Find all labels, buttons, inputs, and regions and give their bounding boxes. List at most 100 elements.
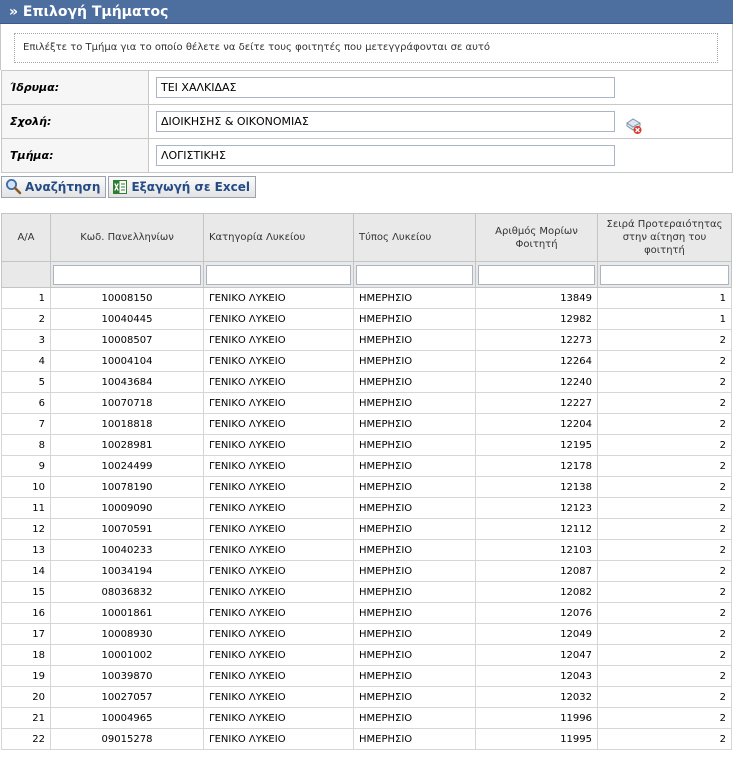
- cell-priority: 2: [597, 728, 732, 750]
- table-row[interactable]: 10 10078190 ΓΕΝΙΚΟ ΛΥΚΕΙΟ ΗΜΕΡΗΣΙΟ 12138 2: [1, 476, 732, 498]
- table-row[interactable]: 1 10008150 ΓΕΝΙΚΟ ΛΥΚΕΙΟ ΗΜΕΡΗΣΙΟ 13849 1: [1, 287, 732, 309]
- cell-type: ΗΜΕΡΗΣΙΟ: [353, 350, 476, 372]
- cell-priority: 2: [597, 686, 732, 708]
- cell-aa: 20: [1, 686, 51, 708]
- col-header-points[interactable]: Αριθμός Μορίων Φοιτητή: [475, 213, 598, 262]
- table-row[interactable]: 9 10024499 ΓΕΝΙΚΟ ΛΥΚΕΙΟ ΗΜΕΡΗΣΙΟ 12178 2: [1, 455, 732, 477]
- table-row[interactable]: 22 09015278 ΓΕΝΙΚΟ ΛΥΚΕΙΟ ΗΜΕΡΗΣΙΟ 11995 2: [1, 728, 732, 750]
- table-row[interactable]: 13 10040233 ΓΕΝΙΚΟ ΛΥΚΕΙΟ ΗΜΕΡΗΣΙΟ 12103 2: [1, 539, 732, 561]
- cell-aa: 18: [1, 644, 51, 666]
- table-row[interactable]: 15 08036832 ΓΕΝΙΚΟ ΛΥΚΕΙΟ ΗΜΕΡΗΣΙΟ 12082 2: [1, 581, 732, 603]
- toolbar: Αναζήτηση Εξαγωγή σε Excel: [0, 173, 733, 199]
- cell-code: 10004965: [50, 707, 204, 729]
- cell-points: 12264: [475, 350, 598, 372]
- cell-priority: 2: [597, 602, 732, 624]
- cell-aa: 15: [1, 581, 51, 603]
- table-row[interactable]: 18 10001002 ΓΕΝΙΚΟ ΛΥΚΕΙΟ ΗΜΕΡΗΣΙΟ 12047 2: [1, 644, 732, 666]
- institution-field[interactable]: ΤΕΙ ΧΑΛΚΙΔΑΣ: [156, 77, 615, 98]
- cell-aa: 2: [1, 308, 51, 330]
- cell-type: ΗΜΕΡΗΣΙΟ: [353, 644, 476, 666]
- table-row[interactable]: 11 10009090 ΓΕΝΙΚΟ ΛΥΚΕΙΟ ΗΜΕΡΗΣΙΟ 12123 2: [1, 497, 732, 519]
- cell-type: ΗΜΕΡΗΣΙΟ: [353, 707, 476, 729]
- cell-type: ΗΜΕΡΗΣΙΟ: [353, 434, 476, 456]
- cell-priority: 2: [597, 665, 732, 687]
- table-row[interactable]: 20 10027057 ΓΕΝΙΚΟ ΛΥΚΕΙΟ ΗΜΕΡΗΣΙΟ 12032 2: [1, 686, 732, 708]
- cell-type: ΗΜΕΡΗΣΙΟ: [353, 665, 476, 687]
- table-row[interactable]: 5 10043684 ΓΕΝΙΚΟ ΛΥΚΕΙΟ ΗΜΕΡΗΣΙΟ 12240 2: [1, 371, 732, 393]
- table-row[interactable]: 14 10034194 ΓΕΝΙΚΟ ΛΥΚΕΙΟ ΗΜΕΡΗΣΙΟ 12087 2: [1, 560, 732, 582]
- table-row[interactable]: 2 10040445 ΓΕΝΙΚΟ ΛΥΚΕΙΟ ΗΜΕΡΗΣΙΟ 12982 1: [1, 308, 732, 330]
- cell-aa: 10: [1, 476, 51, 498]
- cell-type: ΗΜΕΡΗΣΙΟ: [353, 371, 476, 393]
- cell-points: 12043: [475, 665, 598, 687]
- cell-category: ΓΕΝΙΚΟ ΛΥΚΕΙΟ: [203, 665, 354, 687]
- filter-priority-input[interactable]: [600, 264, 729, 285]
- export-excel-button[interactable]: Εξαγωγή σε Excel: [108, 176, 256, 198]
- cell-aa: 19: [1, 665, 51, 687]
- cell-code: 10040233: [50, 539, 204, 561]
- cell-category: ΓΕΝΙΚΟ ΛΥΚΕΙΟ: [203, 539, 354, 561]
- cell-points: 12112: [475, 518, 598, 540]
- col-header-aa[interactable]: Α/Α: [1, 213, 51, 262]
- cell-priority: 2: [597, 455, 732, 477]
- table-row[interactable]: 16 10001861 ΓΕΝΙΚΟ ΛΥΚΕΙΟ ΗΜΕΡΗΣΙΟ 12076 2: [1, 602, 732, 624]
- cell-category: ΓΕΝΙΚΟ ΛΥΚΕΙΟ: [203, 350, 354, 372]
- school-field[interactable]: ΔΙΟΙΚΗΣΗΣ & ΟΙΚΟΝΟΜΙΑΣ: [156, 111, 615, 132]
- table-row[interactable]: 4 10004104 ΓΕΝΙΚΟ ΛΥΚΕΙΟ ΗΜΕΡΗΣΙΟ 12264 2: [1, 350, 732, 372]
- cell-aa: 21: [1, 707, 51, 729]
- filter-category-input[interactable]: [206, 264, 351, 285]
- cell-priority: 2: [597, 371, 732, 393]
- cell-points: 12123: [475, 497, 598, 519]
- col-header-category[interactable]: Κατηγορία Λυκείου: [203, 213, 354, 262]
- cell-category: ΓΕΝΙΚΟ ΛΥΚΕΙΟ: [203, 560, 354, 582]
- cell-priority: 2: [597, 392, 732, 414]
- cell-code: 10027057: [50, 686, 204, 708]
- cell-aa: 7: [1, 413, 51, 435]
- cell-aa: 17: [1, 623, 51, 645]
- col-header-type[interactable]: Τύπος Λυκείου: [353, 213, 476, 262]
- search-button[interactable]: Αναζήτηση: [1, 176, 107, 198]
- table-row[interactable]: 3 10008507 ΓΕΝΙΚΟ ΛΥΚΕΙΟ ΗΜΕΡΗΣΙΟ 12273 2: [1, 329, 732, 351]
- cell-category: ΓΕΝΙΚΟ ΛΥΚΕΙΟ: [203, 686, 354, 708]
- cell-category: ΓΕΝΙΚΟ ΛΥΚΕΙΟ: [203, 413, 354, 435]
- cell-aa: 4: [1, 350, 51, 372]
- cell-points: 11996: [475, 707, 598, 729]
- table-row[interactable]: 8 10028981 ΓΕΝΙΚΟ ΛΥΚΕΙΟ ΗΜΕΡΗΣΙΟ 12195 2: [1, 434, 732, 456]
- cell-code: 10040445: [50, 308, 204, 330]
- cell-priority: 2: [597, 518, 732, 540]
- magnifier-icon: [6, 179, 22, 195]
- clear-selection-icon[interactable]: [625, 117, 643, 135]
- cell-code: 10070591: [50, 518, 204, 540]
- cell-type: ΗΜΕΡΗΣΙΟ: [353, 560, 476, 582]
- col-header-code[interactable]: Κωδ. Πανελληνίων: [50, 213, 204, 262]
- table-row[interactable]: 17 10008930 ΓΕΝΙΚΟ ΛΥΚΕΙΟ ΗΜΕΡΗΣΙΟ 12049 2: [1, 623, 732, 645]
- department-field[interactable]: ΛΟΓΙΣΤΙΚΗΣ: [156, 145, 615, 166]
- filter-points-input[interactable]: [478, 264, 595, 285]
- cell-category: ΓΕΝΙΚΟ ΛΥΚΕΙΟ: [203, 329, 354, 351]
- cell-category: ΓΕΝΙΚΟ ΛΥΚΕΙΟ: [203, 434, 354, 456]
- cell-category: ΓΕΝΙΚΟ ΛΥΚΕΙΟ: [203, 728, 354, 750]
- cell-code: 09015278: [50, 728, 204, 750]
- school-row: Σχολή: ΔΙΟΙΚΗΣΗΣ & ΟΙΚΟΝΟΜΙΑΣ: [1, 104, 733, 139]
- panel-title: » Επιλογή Τμήματος: [0, 0, 733, 24]
- col-header-priority[interactable]: Σειρά Προτεραιότητας στην αίτηση του φοι…: [597, 213, 732, 262]
- cell-type: ΗΜΕΡΗΣΙΟ: [353, 392, 476, 414]
- table-row[interactable]: 21 10004965 ΓΕΝΙΚΟ ΛΥΚΕΙΟ ΗΜΕΡΗΣΙΟ 11996 2: [1, 707, 732, 729]
- cell-type: ΗΜΕΡΗΣΙΟ: [353, 476, 476, 498]
- filter-type-input[interactable]: [356, 264, 473, 285]
- cell-points: 12049: [475, 623, 598, 645]
- table-row[interactable]: 6 10070718 ΓΕΝΙΚΟ ΛΥΚΕΙΟ ΗΜΕΡΗΣΙΟ 12227 2: [1, 392, 732, 414]
- cell-priority: 2: [597, 623, 732, 645]
- cell-code: 10008150: [50, 287, 204, 309]
- school-label: Σχολή:: [1, 104, 149, 139]
- cell-aa: 6: [1, 392, 51, 414]
- cell-type: ΗΜΕΡΗΣΙΟ: [353, 497, 476, 519]
- table-row[interactable]: 19 10039870 ΓΕΝΙΚΟ ΛΥΚΕΙΟ ΗΜΕΡΗΣΙΟ 12043 2: [1, 665, 732, 687]
- table-row[interactable]: 7 10018818 ΓΕΝΙΚΟ ΛΥΚΕΙΟ ΗΜΕΡΗΣΙΟ 12204 2: [1, 413, 732, 435]
- table-row[interactable]: 12 10070591 ΓΕΝΙΚΟ ΛΥΚΕΙΟ ΗΜΕΡΗΣΙΟ 12112 2: [1, 518, 732, 540]
- cell-code: 10001861: [50, 602, 204, 624]
- cell-priority: 2: [597, 350, 732, 372]
- filter-code-input[interactable]: [53, 264, 201, 285]
- cell-type: ΗΜΕΡΗΣΙΟ: [353, 581, 476, 603]
- cell-aa: 14: [1, 560, 51, 582]
